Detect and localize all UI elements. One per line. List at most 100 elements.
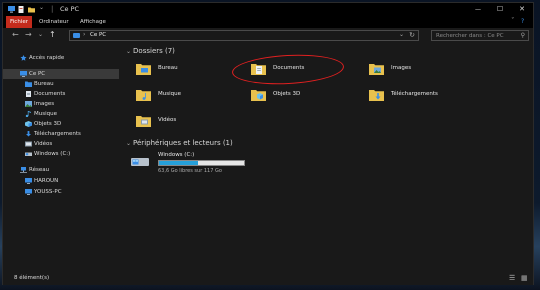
this-pc-icon — [8, 6, 15, 13]
item-count: 8 élément(s) — [14, 275, 50, 281]
breadcrumb-this-pc[interactable]: Ce PC — [90, 32, 106, 38]
recent-locations-icon[interactable]: ⌄ — [38, 31, 43, 38]
tab-ordinateur[interactable]: Ordinateur — [35, 16, 73, 28]
music-icon — [25, 111, 31, 117]
status-bar: 8 élément(s) ☰ ▦ — [3, 271, 533, 285]
search-icon[interactable]: ⚲ — [521, 32, 525, 39]
drive-usage-fill — [159, 161, 199, 165]
back-arrow-icon[interactable]: ← — [12, 30, 19, 39]
computer-icon — [20, 71, 27, 77]
tiles-view-icon[interactable]: ▦ — [521, 274, 528, 282]
sidebar-label: Vidéos — [34, 141, 53, 147]
3d-objects-icon — [25, 121, 32, 127]
computer-icon — [25, 178, 32, 184]
expand-ribbon-icon[interactable]: ˇ — [511, 17, 515, 25]
music-folder-icon — [136, 90, 151, 101]
sidebar-label: HAROUN — [34, 178, 59, 184]
sidebar-item-videos[interactable]: Vidéos — [3, 139, 119, 149]
navigation-pane: Accès rapide Ce PC Bureau Documents Imag… — [3, 47, 121, 269]
sidebar-item-reseau[interactable]: Réseau — [3, 165, 119, 175]
drive-tile-windows-c[interactable]: Windows (C:) 63,6 Go libres sur 117 Go — [131, 150, 251, 178]
sidebar-label: Objets 3D — [34, 121, 62, 127]
sidebar-label: Ce PC — [29, 71, 46, 77]
address-bar[interactable]: › Ce PC ⌄ ↻ — [69, 30, 419, 41]
sidebar-item-objets-3d[interactable]: Objets 3D — [3, 119, 119, 129]
forward-arrow-icon[interactable]: → — [25, 30, 32, 39]
folder-tile-objets-3d[interactable]: Objets 3D — [251, 88, 361, 112]
pictures-folder-icon — [369, 64, 384, 75]
file-explorer-window: ⌄ | Ce PC — ☐ ✕ Fichier Ordinateur Affic… — [2, 2, 534, 285]
drive-usage-bar — [158, 160, 245, 166]
folder-tile-images[interactable]: Images — [369, 62, 479, 86]
folder-label: Musique — [158, 91, 181, 97]
drive-name: Windows (C:) — [158, 152, 195, 158]
folder-label: Bureau — [158, 65, 178, 71]
sidebar-item-telechargements[interactable]: Téléchargements — [3, 129, 119, 139]
tab-affichage[interactable]: Affichage — [76, 16, 110, 28]
desktop-folder-icon — [25, 81, 32, 87]
search-input[interactable]: Rechercher dans : Ce PC ⚲ — [431, 30, 529, 41]
folder-tile-musique[interactable]: Musique — [136, 88, 246, 112]
collapse-caret-icon[interactable]: ⌄ — [126, 48, 131, 55]
drive-icon — [25, 152, 32, 156]
folder-tile-telechargements[interactable]: Téléchargements — [369, 88, 479, 112]
sidebar-item-windows-c[interactable]: Windows (C:) — [3, 149, 119, 159]
sidebar-item-quick-access[interactable]: Accès rapide — [3, 53, 119, 63]
close-button[interactable]: ✕ — [511, 3, 533, 16]
videos-folder-icon — [136, 116, 151, 127]
sidebar-label: Accès rapide — [29, 55, 65, 61]
sidebar-item-haroun[interactable]: HAROUN — [3, 176, 119, 186]
3d-objects-folder-icon — [251, 90, 266, 101]
details-view-icon[interactable]: ☰ — [509, 274, 515, 282]
sidebar-item-youss-pc[interactable]: YOUSS-PC — [3, 187, 119, 197]
customize-quick-access-icon[interactable]: ⌄ — [39, 4, 46, 11]
minimize-button[interactable]: — — [467, 3, 489, 16]
documents-icon — [26, 91, 31, 97]
content-pane: ⌄ Dossiers (7) Bureau Documents Images Mu… — [121, 43, 533, 269]
folder-label: Vidéos — [158, 117, 177, 123]
sidebar-label: YOUSS-PC — [34, 189, 62, 195]
title-separator: | — [51, 5, 54, 13]
sidebar-item-bureau[interactable]: Bureau — [3, 79, 119, 89]
sidebar-item-this-pc[interactable]: Ce PC — [3, 69, 119, 79]
sidebar-item-documents[interactable]: Documents — [3, 89, 119, 99]
downloads-icon — [26, 131, 31, 137]
search-placeholder: Rechercher dans : Ce PC — [436, 33, 504, 39]
folders-group-header[interactable]: ⌄ Dossiers (7) — [126, 47, 175, 55]
tab-fichier[interactable]: Fichier — [6, 16, 32, 28]
devices-group-header[interactable]: ⌄ Périphériques et lecteurs (1) — [126, 139, 233, 147]
ribbon-tabs: Fichier Ordinateur Affichage ˇ ? — [3, 16, 533, 28]
folder-label: Objets 3D — [273, 91, 301, 97]
sidebar-label: Téléchargements — [34, 131, 81, 137]
maximize-button[interactable]: ☐ — [489, 3, 511, 16]
up-arrow-icon[interactable]: ↑ — [49, 30, 56, 39]
devices-group-title: Périphériques et lecteurs (1) — [133, 139, 233, 147]
folder-label: Téléchargements — [391, 91, 438, 97]
collapse-caret-icon[interactable]: ⌄ — [126, 140, 131, 147]
refresh-icon[interactable]: ↻ — [409, 31, 415, 39]
sidebar-label: Musique — [34, 111, 57, 117]
computer-icon — [25, 189, 32, 195]
window-title: Ce PC — [60, 5, 80, 13]
sidebar-item-images[interactable]: Images — [3, 99, 119, 109]
new-folder-icon[interactable] — [28, 6, 35, 13]
this-pc-icon — [73, 33, 80, 38]
chevron-right-icon[interactable]: › — [83, 31, 85, 38]
folders-group-title: Dossiers (7) — [133, 47, 175, 55]
folder-label: Images — [391, 65, 412, 71]
pictures-icon — [25, 101, 32, 107]
title-bar: ⌄ | Ce PC — ☐ ✕ — [3, 3, 533, 16]
desktop-folder-icon — [136, 64, 151, 75]
properties-icon[interactable] — [18, 6, 25, 13]
folder-tile-videos[interactable]: Vidéos — [136, 114, 246, 138]
sidebar-label: Windows (C:) — [34, 151, 71, 157]
help-icon[interactable]: ? — [521, 18, 524, 25]
videos-icon — [25, 141, 32, 147]
folder-tile-bureau[interactable]: Bureau — [136, 62, 246, 86]
downloads-folder-icon — [369, 90, 384, 101]
sidebar-item-musique[interactable]: Musique — [3, 109, 119, 119]
sidebar-label: Documents — [34, 91, 66, 97]
network-icon — [20, 167, 27, 173]
chevron-down-icon[interactable]: ⌄ — [399, 31, 404, 38]
navigation-bar: ← → ⌄ ↑ › Ce PC ⌄ ↻ Rechercher dans : Ce… — [3, 28, 533, 43]
